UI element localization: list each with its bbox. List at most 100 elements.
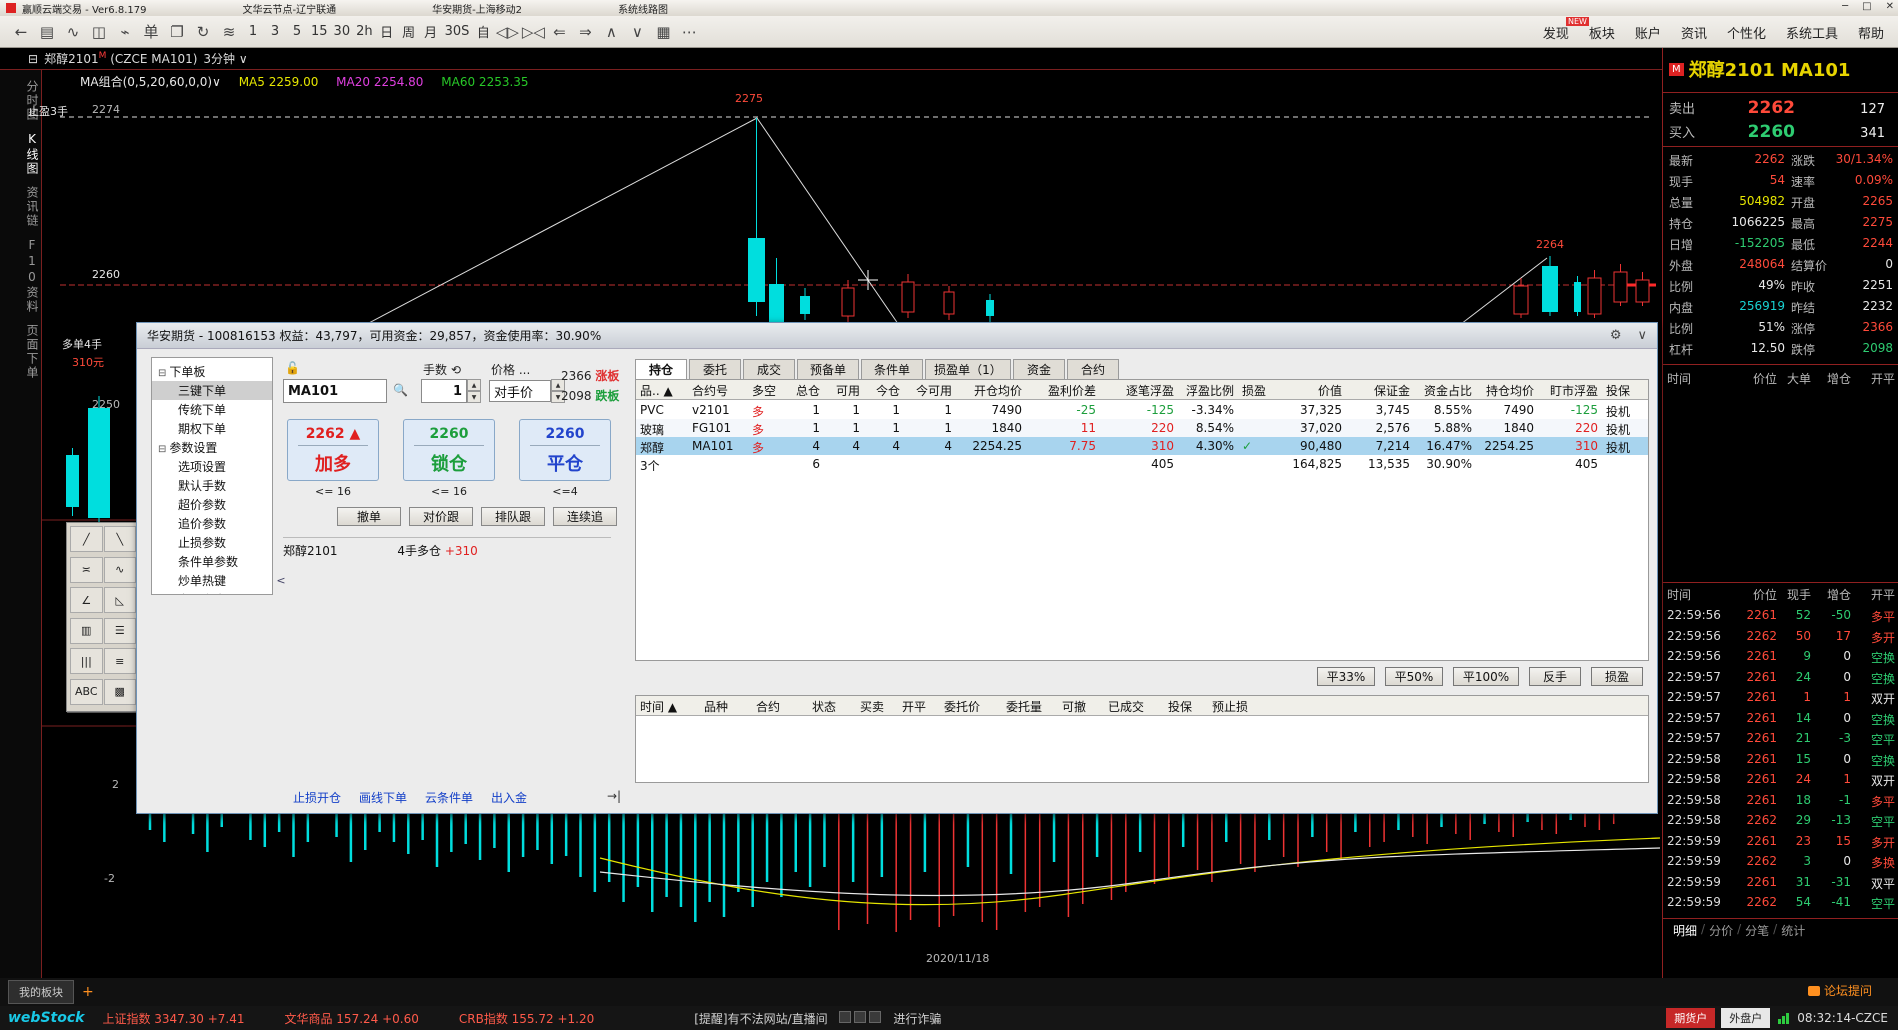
account-type-button-期货户[interactable]: 期货户	[1666, 1008, 1715, 1028]
quick-button-平33%[interactable]: 平33%	[1317, 667, 1375, 686]
period-button-2h[interactable]: 2h	[353, 21, 376, 43]
pan-left-icon[interactable]: ⇐	[546, 20, 572, 44]
tree-collapse-button[interactable]: <	[275, 567, 287, 593]
forum-ask-link[interactable]: 论坛提问	[1808, 982, 1872, 999]
position-row-0[interactable]: PVCv2101多11117490-25-125-3.34%37,3253,74…	[636, 401, 1648, 419]
draw-tool-icon-10[interactable]: ABC	[70, 679, 103, 705]
trade-tab-资金[interactable]: 资金	[1013, 359, 1065, 379]
minimize-button[interactable]: ─	[1842, 1, 1848, 12]
period-button-3[interactable]: 3	[264, 21, 286, 43]
dialog-link-出入金[interactable]: 出入金	[491, 789, 527, 806]
draw-tool-icon-8[interactable]: |||	[70, 648, 103, 674]
quote-list-icon[interactable]: ▤	[34, 20, 60, 44]
back-icon[interactable]: ←	[8, 20, 34, 44]
workspace-tab-my-sectors[interactable]: 我的板块	[8, 980, 74, 1004]
quote-tab-分笔[interactable]: 分笔	[1745, 922, 1769, 939]
tree-item-炒单热键[interactable]: 炒单热键	[152, 571, 272, 590]
order-button-锁仓[interactable]: 2260锁仓	[403, 419, 495, 481]
grid-icon[interactable]: ▦	[650, 20, 676, 44]
draw-tool-icon-1[interactable]: ╲	[104, 526, 137, 552]
trade-tab-委托[interactable]: 委托	[689, 359, 741, 379]
cloud-node-label[interactable]: 文华云节点-辽宁联通	[242, 1, 336, 16]
view-tab-页面下单[interactable]: 页面下单	[0, 324, 41, 380]
tool-button-连续追[interactable]: 连续追	[553, 507, 617, 526]
period-button-月[interactable]: 月	[420, 21, 442, 43]
position-row-1[interactable]: 玻璃FG101多11111840112208.54%37,0202,5765.8…	[636, 419, 1648, 437]
chart-link-icon[interactable]: ⊟	[28, 52, 38, 66]
close-button[interactable]: ✕	[1886, 1, 1894, 12]
period-button-30[interactable]: 30	[331, 21, 354, 43]
tree-item-交易安全[interactable]: 交易安全	[152, 590, 272, 595]
dialog-link-云条件单[interactable]: 云条件单	[425, 789, 473, 806]
draw-tool-icon-3[interactable]: ∿	[104, 557, 137, 583]
quantity-stepper[interactable]: ▲▼	[467, 379, 481, 403]
index-文华商品[interactable]: 文华商品 157.24 +0.60	[284, 1012, 418, 1026]
order-button-平仓[interactable]: 2260平仓	[519, 419, 611, 481]
shrink-bars-icon[interactable]: ◁▷	[494, 20, 520, 44]
save-icon[interactable]: ❐	[164, 20, 190, 44]
draw-tool-icon-6[interactable]: ▥	[70, 618, 103, 644]
tree-item-期权下单[interactable]: 期权下单	[152, 419, 272, 438]
tree-item-超价参数[interactable]: 超价参数	[152, 495, 272, 514]
trade-tab-成交[interactable]: 成交	[743, 359, 795, 379]
quantity-input[interactable]: 1	[421, 379, 467, 403]
draw-tool-icon-0[interactable]: ╱	[70, 526, 103, 552]
positions-header-row[interactable]: 品.. ▲合约号多空总仓可用今仓今可用开仓均价盈利价差逐笔浮盈浮盈比例损盈价值保…	[636, 380, 1648, 400]
collapse-dialog-icon[interactable]: ∨	[1637, 328, 1647, 343]
quote-tab-统计[interactable]: 统计	[1781, 922, 1805, 939]
tool-button-撤单[interactable]: 撤单	[337, 507, 401, 526]
index-上证指数[interactable]: 上证指数 3347.30 +7.41	[102, 1012, 244, 1026]
order-board-icon[interactable]: 单	[138, 20, 164, 44]
more-icon[interactable]: ⋯	[676, 20, 702, 44]
menu-system-tools[interactable]: 系统工具	[1778, 21, 1846, 44]
period-button-1[interactable]: 1	[242, 21, 264, 43]
trade-tab-预备单[interactable]: 预备单	[797, 359, 859, 379]
period-button-15[interactable]: 15	[308, 21, 331, 43]
period-button-30S[interactable]: 30S	[442, 21, 473, 43]
view-tab-K线图[interactable]: K线图	[0, 132, 41, 176]
tree-section-下单板[interactable]: ⊟下单板	[152, 362, 272, 381]
tool-button-对价跟[interactable]: 对价跟	[409, 507, 473, 526]
scroll-down-icon[interactable]: ∨	[624, 20, 650, 44]
period-dropdown[interactable]: 3分钟 ∨	[203, 50, 247, 67]
search-icon[interactable]: 🔍	[393, 383, 408, 397]
route-map-link[interactable]: 系统线路图	[618, 1, 668, 16]
price-mode-select[interactable]: 对手价	[489, 380, 551, 402]
draw-tool-icon-7[interactable]: ☰	[104, 618, 137, 644]
indicator-icon[interactable]: ≋	[216, 20, 242, 44]
tree-item-选项设置[interactable]: 选项设置	[152, 457, 272, 476]
orders-header-row[interactable]: 时间 ▲品种合约状态买卖开平委托价委托量可撤已成交投保预止损	[636, 696, 1648, 716]
trade-dialog-title[interactable]: 华安期货 - 100816153 权益：43,797，可用资金：29,857，资…	[137, 323, 1657, 349]
pan-right-icon[interactable]: ⇒	[572, 20, 598, 44]
positions-table[interactable]: 品.. ▲合约号多空总仓可用今仓今可用开仓均价盈利价差逐笔浮盈浮盈比例损盈价值保…	[635, 379, 1649, 661]
bid-row[interactable]: 买入 2260 341	[1663, 122, 1898, 142]
period-button-周[interactable]: 周	[398, 21, 420, 43]
quick-button-平100%[interactable]: 平100%	[1453, 667, 1519, 686]
tree-item-止损参数[interactable]: 止损参数	[152, 533, 272, 552]
gear-icon[interactable]: ⚙	[1610, 328, 1622, 343]
order-button-加多[interactable]: 2262 ▲加多	[287, 419, 379, 481]
orders-table[interactable]: 时间 ▲品种合约状态买卖开平委托价委托量可撤已成交投保预止损	[635, 695, 1649, 783]
maximize-button[interactable]: □	[1862, 1, 1871, 12]
ask-row[interactable]: 卖出 2262 127	[1663, 98, 1898, 118]
draw-tool-icon-5[interactable]: ◺	[104, 587, 137, 613]
index-CRB指数[interactable]: CRB指数 155.72 +1.20	[459, 1012, 594, 1026]
trade-tab-损盈单（1）[interactable]: 损盈单（1）	[925, 359, 1011, 379]
flash-order-icon[interactable]: ⌁	[112, 20, 138, 44]
chart-symbol-tab[interactable]: 郑醇2101M (CZCE MA101)	[44, 50, 197, 67]
quote-tab-明细[interactable]: 明细	[1673, 922, 1697, 939]
contract-input[interactable]: MA101	[283, 379, 387, 403]
account-type-button-外盘户[interactable]: 外盘户	[1721, 1008, 1770, 1028]
tree-item-三键下单[interactable]: 三键下单	[152, 381, 272, 400]
trade-tab-条件单[interactable]: 条件单	[861, 359, 923, 379]
lock-icon[interactable]: 🔓	[285, 361, 300, 375]
view-tab-F10资料[interactable]: F10资料	[0, 238, 41, 314]
trade-dialog[interactable]: 华安期货 - 100816153 权益：43,797，可用资金：29,857，资…	[136, 322, 1658, 814]
expand-bars-icon[interactable]: ▷◁	[520, 20, 546, 44]
trade-tab-持仓[interactable]: 持仓	[635, 359, 687, 379]
dialog-link-画线下单[interactable]: 画线下单	[359, 789, 407, 806]
tree-item-默认手数[interactable]: 默认手数	[152, 476, 272, 495]
quick-button-反手[interactable]: 反手	[1529, 667, 1581, 686]
menu-sectors[interactable]: 板块	[1581, 21, 1623, 44]
menu-news[interactable]: 资讯	[1673, 21, 1715, 44]
